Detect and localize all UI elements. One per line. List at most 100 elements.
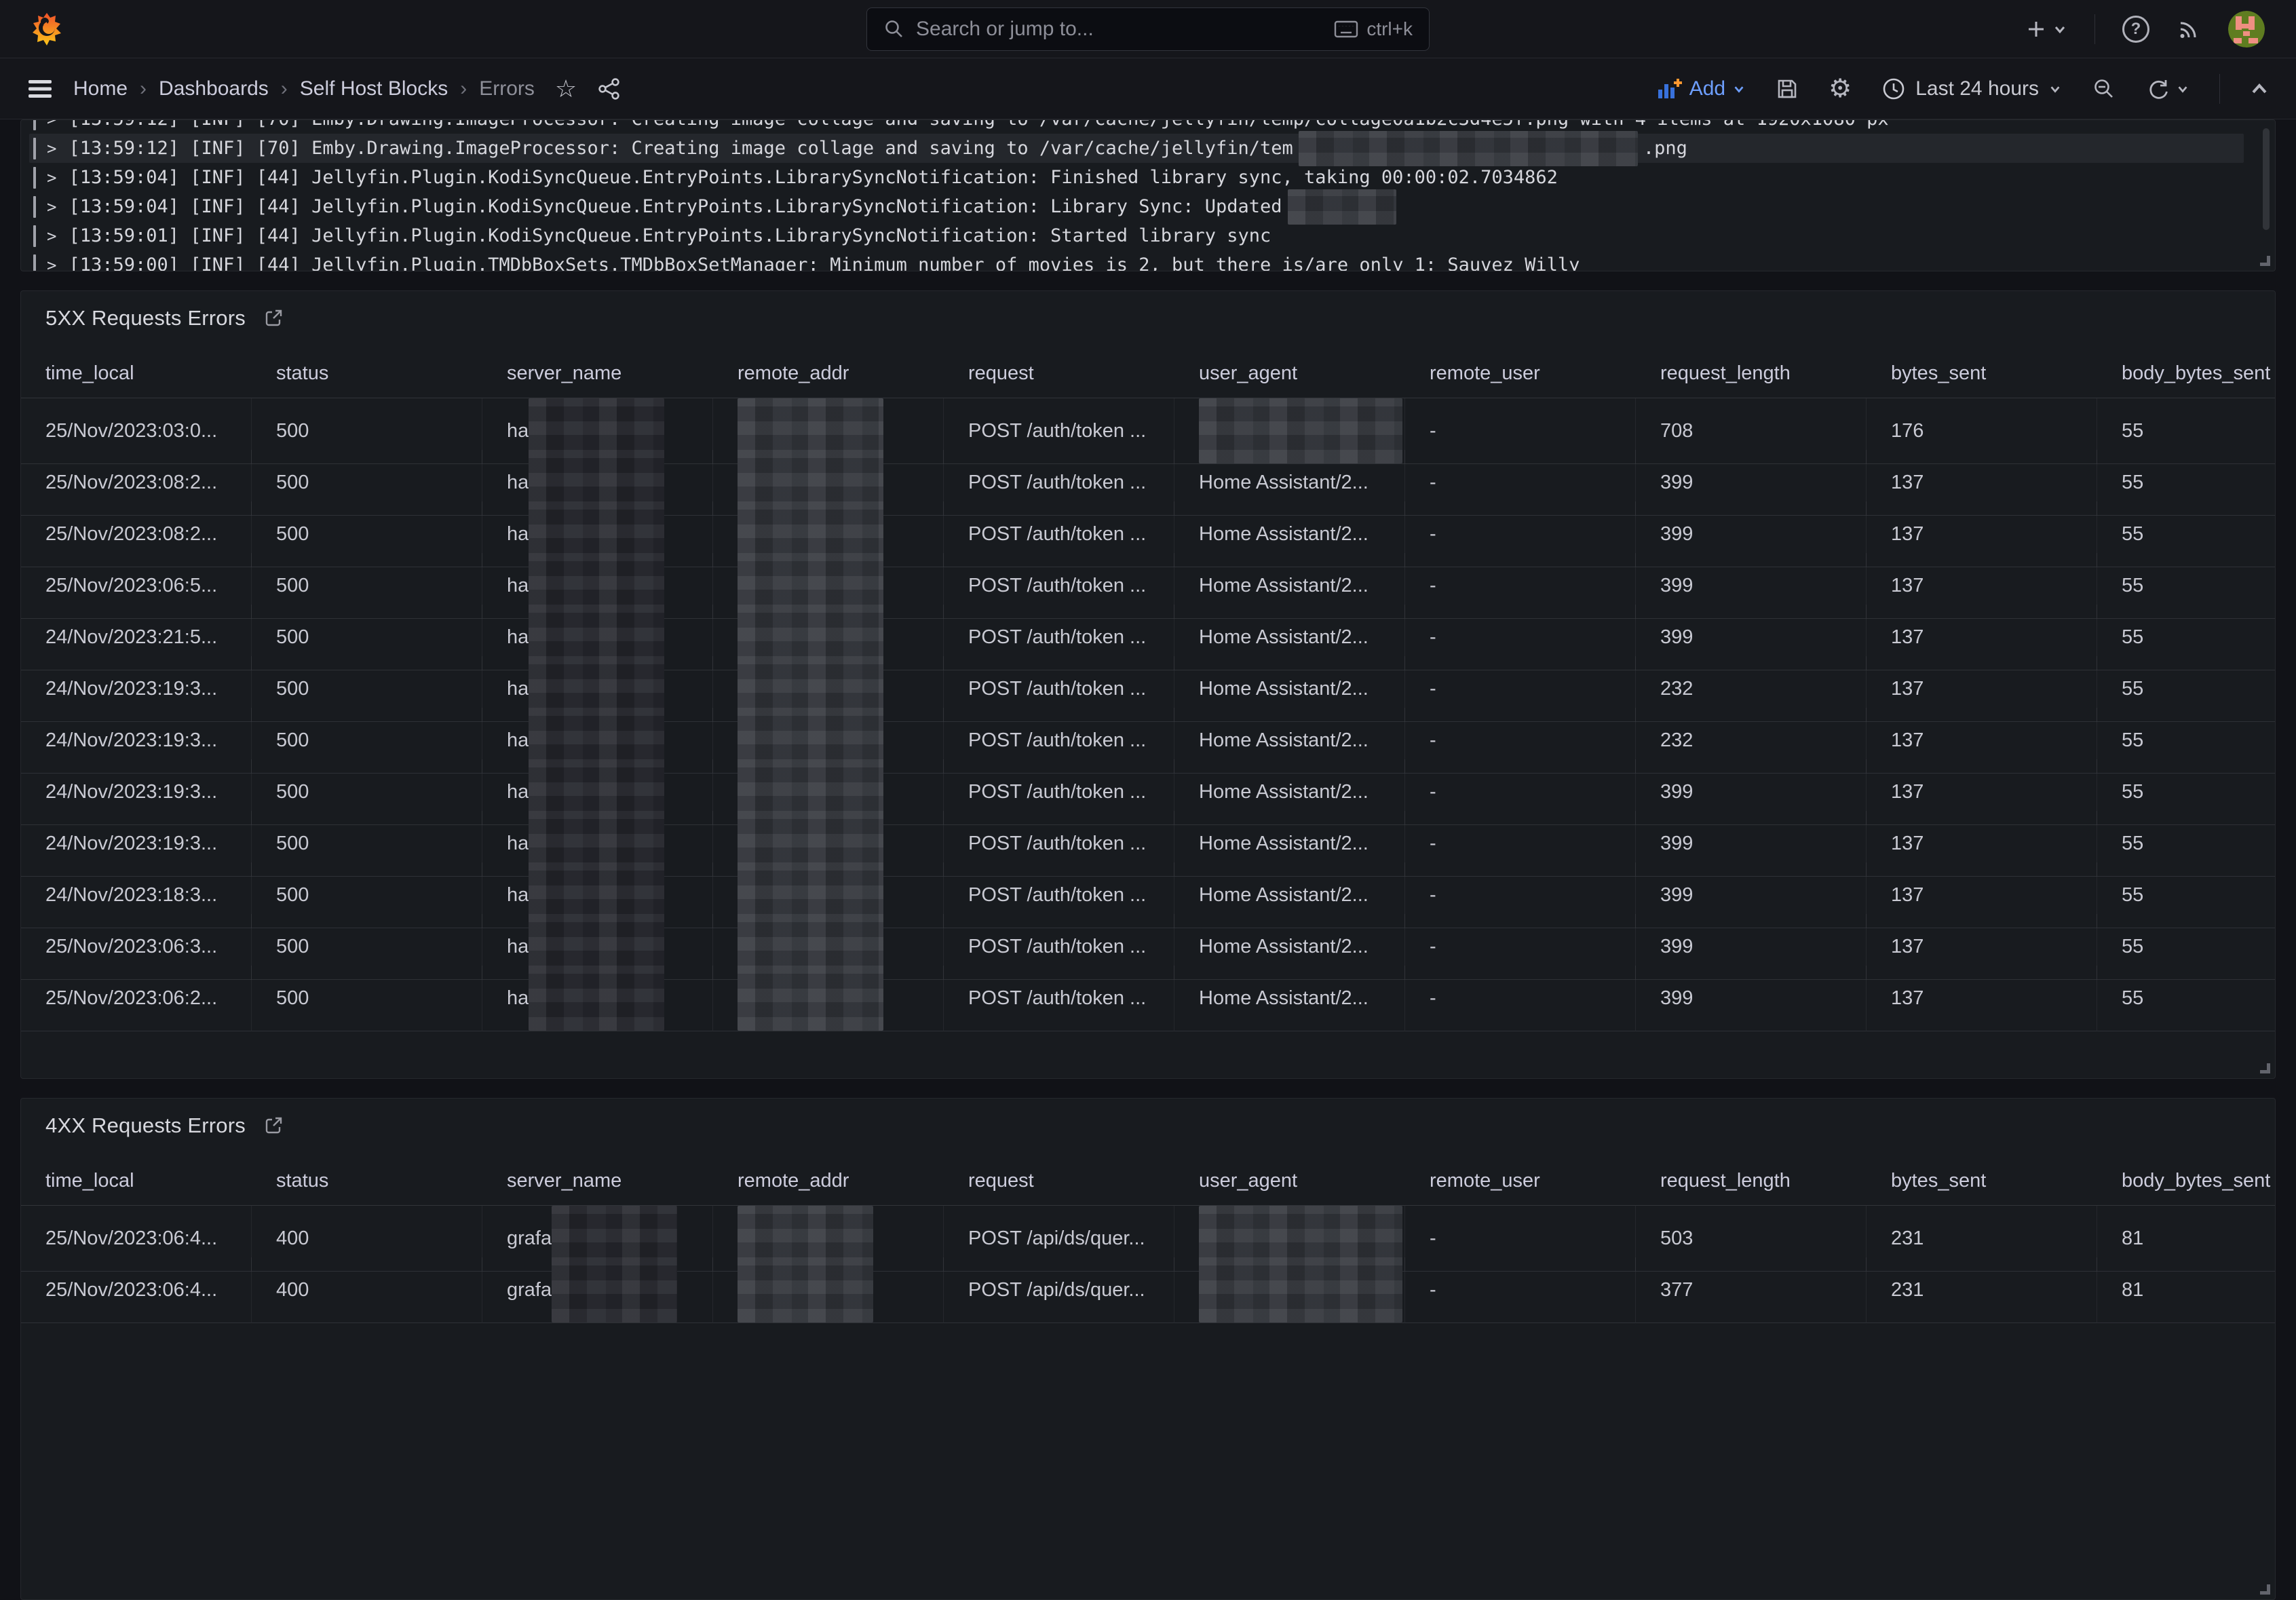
- column-header[interactable]: request: [944, 349, 1174, 398]
- table-cell: -: [1405, 1257, 1636, 1323]
- table-row: 25/Nov/2023:06:4...400grafaPOST /api/ds/…: [21, 1257, 2275, 1309]
- panel-resize-handle[interactable]: [2260, 256, 2270, 266]
- zoom-out-button[interactable]: [2092, 77, 2116, 101]
- expand-chevron-icon[interactable]: >: [47, 119, 56, 129]
- table-cell: 137: [1867, 966, 2097, 1031]
- column-header[interactable]: remote_user: [1405, 1157, 1636, 1206]
- column-header[interactable]: remote_addr: [713, 349, 944, 398]
- column-header[interactable]: request_length: [1636, 349, 1867, 398]
- top-nav-bar: Search or jump to... ctrl+k: [0, 0, 2296, 58]
- log-row[interactable]: >[13:59:01] [INF] [44] Jellyfin.Plugin.K…: [29, 221, 2244, 250]
- column-header[interactable]: remote_addr: [713, 1157, 944, 1206]
- caret-up-icon: [2250, 81, 2269, 97]
- redacted-block: [738, 1257, 873, 1322]
- column-header[interactable]: user_agent: [1174, 349, 1405, 398]
- refresh-icon: [2146, 77, 2170, 101]
- log-scrollbar[interactable]: [2263, 128, 2270, 230]
- panel-link-icon[interactable]: [263, 308, 284, 328]
- column-header[interactable]: request_length: [1636, 1157, 1867, 1206]
- breadcrumb-item[interactable]: Home: [73, 77, 128, 100]
- table-row: 25/Nov/2023:03:0...500haPOST /auth/token…: [21, 398, 2275, 450]
- panel-resize-handle[interactable]: [2260, 1584, 2270, 1595]
- table-cell-text: ha: [507, 626, 529, 649]
- log-level-bar: [33, 167, 36, 189]
- add-label: Add: [1689, 77, 1725, 100]
- column-header[interactable]: request: [944, 1157, 1174, 1206]
- dashboard-settings-button[interactable]: ⚙: [1829, 76, 1852, 102]
- panel-title[interactable]: 4XX Requests Errors: [45, 1113, 246, 1138]
- log-text-segment: [13:59:12] [INF] [70] Emby.Drawing.Image…: [69, 138, 1293, 159]
- user-avatar[interactable]: [2228, 11, 2265, 47]
- column-header[interactable]: bytes_sent: [1867, 1157, 2097, 1206]
- expand-chevron-icon[interactable]: >: [47, 256, 56, 272]
- log-text-segment: [13:59:12] [INF] [70] Emby.Drawing.Image…: [69, 119, 1888, 130]
- column-header[interactable]: time_local: [21, 349, 252, 398]
- column-header[interactable]: status: [252, 349, 482, 398]
- log-row[interactable]: > [13:59:12] [INF] [70] Emby.Drawing.Imag…: [29, 134, 2244, 163]
- column-header[interactable]: time_local: [21, 1157, 252, 1206]
- log-row[interactable]: >[13:59:04] [INF] [44] Jellyfin.Plugin.K…: [29, 163, 2244, 192]
- save-icon: [1776, 77, 1799, 100]
- collapse-toolbar-button[interactable]: [2250, 81, 2269, 97]
- table-row: 24/Nov/2023:19:3...500haPOST /auth/token…: [21, 656, 2275, 708]
- breadcrumb-item[interactable]: Dashboards: [159, 77, 269, 100]
- panel-resize-handle[interactable]: [2260, 1063, 2270, 1073]
- breadcrumb-separator: ›: [281, 77, 288, 100]
- expand-chevron-icon[interactable]: >: [47, 139, 56, 158]
- time-range-picker[interactable]: Last 24 hours: [1881, 77, 2062, 101]
- save-dashboard-button[interactable]: [1776, 77, 1799, 100]
- log-text: [13:59:12] [INF] [70] Emby.Drawing.Image…: [69, 131, 2244, 166]
- news-button[interactable]: [2177, 17, 2201, 41]
- help-button[interactable]: ?: [2122, 16, 2149, 43]
- add-panel-button[interactable]: Add: [1657, 77, 1746, 100]
- expand-chevron-icon[interactable]: >: [47, 227, 56, 246]
- log-text: [13:59:12] [INF] [70] Emby.Drawing.Image…: [69, 119, 2244, 130]
- table-header-row: time_localstatusserver_nameremote_addrre…: [21, 349, 2275, 398]
- expand-chevron-icon[interactable]: >: [47, 168, 56, 187]
- table-row: 25/Nov/2023:08:2...500haPOST /auth/token…: [21, 450, 2275, 501]
- redacted-block: [1199, 1257, 1402, 1322]
- redacted-cell: ha: [482, 966, 713, 1031]
- table-cell-text: ha: [507, 420, 529, 442]
- table-cell: 25/Nov/2023:06:2...: [21, 966, 252, 1031]
- search-shortcut: ctrl+k: [1334, 18, 1413, 40]
- column-header[interactable]: remote_user: [1405, 349, 1636, 398]
- grafana-logo[interactable]: [31, 12, 62, 46]
- search-input[interactable]: Search or jump to... ctrl+k: [866, 7, 1430, 51]
- grafana-dashboard: { "topbar": { "search_placeholder": "Sea…: [0, 0, 2296, 1316]
- table-row: 25/Nov/2023:06:3...500haPOST /auth/token…: [21, 914, 2275, 966]
- chevron-down-icon: [2048, 82, 2062, 96]
- table-panel-4xx: 4XX Requests Errors time_localstatusserve…: [20, 1098, 2276, 1600]
- table-row: 24/Nov/2023:19:3...500haPOST /auth/token…: [21, 759, 2275, 811]
- favorite-star-button[interactable]: ☆: [555, 77, 577, 101]
- column-header[interactable]: body_bytes_sent: [2097, 349, 2276, 398]
- column-header[interactable]: server_name: [482, 349, 713, 398]
- new-menu-button[interactable]: [2025, 18, 2067, 40]
- column-header[interactable]: bytes_sent: [1867, 349, 2097, 398]
- column-header[interactable]: body_bytes_sent: [2097, 1157, 2276, 1206]
- dashboard-toolbar: Home›Dashboards›Self Host Blocks›Errors …: [0, 58, 2296, 119]
- table-cell: Home Assistant/2...: [1174, 966, 1405, 1031]
- column-header[interactable]: status: [252, 1157, 482, 1206]
- breadcrumb-item[interactable]: Errors: [479, 77, 535, 100]
- column-header[interactable]: server_name: [482, 1157, 713, 1206]
- log-row[interactable]: >[13:59:04] [INF] [44] Jellyfin.Plugin.K…: [29, 192, 2244, 221]
- redacted-block: [552, 1257, 677, 1322]
- table-cell: POST /auth/token ...: [944, 966, 1174, 1031]
- table-panel-5xx: 5XX Requests Errors time_localstatusserve…: [20, 290, 2276, 1079]
- share-button[interactable]: [597, 77, 621, 101]
- expand-chevron-icon[interactable]: >: [47, 197, 56, 216]
- breadcrumb: Home›Dashboards›Self Host Blocks›Errors: [73, 77, 535, 100]
- panel-link-icon[interactable]: [263, 1116, 284, 1136]
- log-text: [13:59:04] [INF] [44] Jellyfin.Plugin.Ko…: [69, 189, 2244, 225]
- panel-header: 5XX Requests Errors: [21, 302, 2275, 335]
- breadcrumb-item[interactable]: Self Host Blocks: [300, 77, 448, 100]
- mega-menu-button[interactable]: [27, 79, 53, 99]
- table-cell: POST /api/ds/quer...: [944, 1257, 1174, 1323]
- panel-title[interactable]: 5XX Requests Errors: [45, 306, 246, 330]
- column-header[interactable]: user_agent: [1174, 1157, 1405, 1206]
- table-row: 25/Nov/2023:08:2...500haPOST /auth/token…: [21, 501, 2275, 553]
- log-row[interactable]: >[13:59:00] [INF] [44] Jellyfin.Plugin.T…: [29, 250, 2244, 271]
- table-cell-text: ha: [507, 523, 529, 546]
- refresh-button[interactable]: [2146, 77, 2189, 101]
